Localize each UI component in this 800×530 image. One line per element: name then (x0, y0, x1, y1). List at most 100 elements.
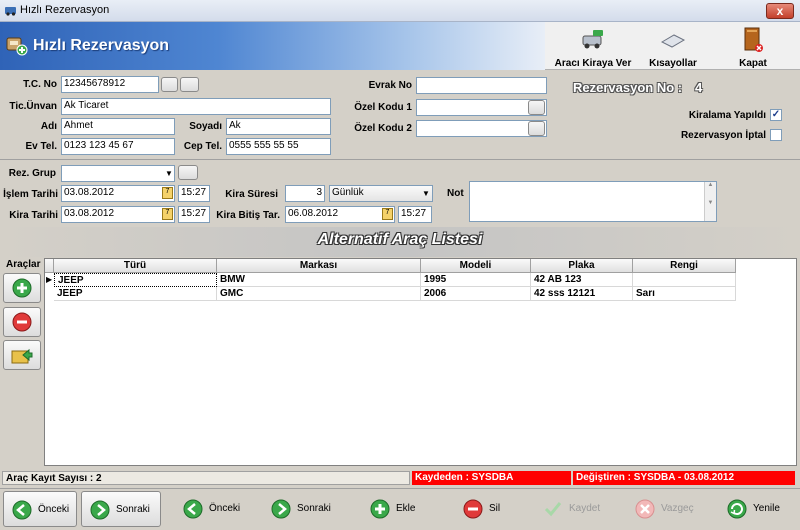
table-cell[interactable]: 42 AB 123 (531, 273, 633, 287)
tc-label: T.C. No (23, 79, 57, 90)
kira-date-input[interactable]: 03.08.2012 (61, 206, 175, 223)
evtel-input[interactable]: 0123 123 45 67 (61, 138, 175, 155)
ozel1-browse-button[interactable] (528, 100, 545, 115)
tc-input[interactable]: 12345678912 (61, 76, 159, 93)
column-header-modeli[interactable]: Modeli (421, 259, 531, 273)
table-cell[interactable]: BMW (217, 273, 421, 287)
iptal-checkbox[interactable] (770, 129, 782, 141)
table-cell[interactable]: JEEP (54, 287, 217, 301)
ceptel-input[interactable]: 0555 555 55 55 (226, 138, 331, 155)
shortcuts-button[interactable]: Kısayollar (642, 26, 704, 70)
table-cell[interactable]: 42 sss 12121 (531, 287, 633, 301)
table-cell[interactable]: Sarı (633, 287, 736, 301)
arrow-left-icon (12, 500, 32, 520)
table-cell[interactable]: GMC (217, 287, 421, 301)
evrak-input[interactable] (416, 77, 547, 94)
kiralama-checkbox[interactable]: ✓ (770, 109, 782, 121)
next-button[interactable]: Sonraki (271, 491, 337, 527)
unvan-label: Tic.Ünvan (9, 101, 57, 112)
column-header-markasi[interactable]: Markası (217, 259, 421, 273)
table-cell[interactable]: JEEP (54, 273, 217, 287)
next-record-label: Sonraki (116, 504, 150, 515)
cancel-icon (635, 499, 655, 519)
delete-button[interactable]: Sil (463, 491, 513, 527)
check-icon (544, 502, 562, 517)
column-header-turu[interactable]: Türü (54, 259, 217, 273)
close-form-label: Kapat (739, 58, 767, 69)
unvan-input[interactable]: Ak Ticaret (61, 98, 331, 115)
divider (0, 159, 800, 160)
add-button[interactable]: Ekle (370, 491, 426, 527)
sure-label: Kira Süresi (225, 189, 278, 200)
export-vehicle-button[interactable] (3, 340, 41, 370)
ozel2-browse-button[interactable] (528, 121, 545, 136)
sure-unit-select[interactable]: Günlük (329, 185, 433, 202)
column-header-plaka[interactable]: Plaka (531, 259, 633, 273)
close-button[interactable]: x (766, 3, 794, 19)
close-form-button[interactable]: Kapat (728, 26, 778, 70)
save-button[interactable]: Kaydet (543, 491, 605, 527)
soyadi-label: Soyadı (189, 121, 222, 132)
table-cell[interactable]: 2006 (421, 287, 531, 301)
arrow-left-icon (183, 499, 203, 519)
kira-time-input[interactable]: 15:27 (178, 206, 210, 223)
row-pointer-icon: ▶ (46, 275, 53, 284)
refresh-button[interactable]: Yenile (727, 491, 789, 527)
prev-button[interactable]: Önceki (183, 491, 247, 527)
keyboard-icon (660, 34, 686, 48)
add-label: Ekle (396, 503, 416, 514)
car-key-icon (582, 30, 603, 49)
grid-title: Alternatif Araç Listesi (317, 231, 483, 248)
rezgrup-browse-button[interactable] (178, 165, 198, 180)
table-cell[interactable] (633, 273, 736, 287)
cancel-button[interactable]: Vazgeç (635, 491, 699, 527)
app-icon (5, 7, 16, 16)
grid-corner (45, 259, 54, 273)
plus-icon (370, 499, 390, 519)
rezgrup-select[interactable] (61, 165, 175, 182)
adi-input[interactable]: Ahmet (61, 118, 175, 135)
remove-vehicle-button[interactable] (3, 307, 41, 337)
shortcuts-label: Kısayollar (649, 58, 697, 69)
rent-car-label: Aracı Kiraya Ver (554, 58, 632, 69)
tc-extra-button[interactable] (180, 77, 199, 92)
refresh-icon (727, 499, 747, 519)
next-label: Sonraki (297, 503, 331, 514)
not-scrollbar[interactable]: ▲ ▼ (704, 182, 716, 221)
chevron-down-icon: ▼ (422, 189, 430, 198)
calendar-icon[interactable]: 7 (382, 208, 393, 220)
column-header-rengi[interactable]: Rengi (633, 259, 736, 273)
adi-label: Adı (40, 121, 57, 132)
soyadi-input[interactable]: Ak (226, 118, 331, 135)
cancel-label: Vazgeç (661, 503, 694, 514)
calendar-icon[interactable]: 7 (162, 187, 173, 199)
table-cell[interactable]: 1995 (421, 273, 531, 287)
minus-icon (12, 312, 32, 332)
islem-date-input[interactable]: 03.08.2012 (61, 185, 175, 202)
refresh-label: Yenile (753, 503, 780, 514)
tc-search-button[interactable] (161, 77, 178, 92)
evrak-label: Evrak No (368, 80, 412, 91)
arrow-right-icon (90, 500, 110, 520)
islem-time-input[interactable]: 15:27 (178, 185, 210, 202)
prev-record-label: Önceki (38, 504, 70, 515)
rent-car-button[interactable]: Aracı Kiraya Ver (553, 26, 633, 70)
car-rental-icon (6, 37, 28, 56)
evtel-label: Ev Tel. (25, 141, 58, 152)
ozel1-label: Özel Kodu 1 (354, 102, 412, 113)
add-vehicle-button[interactable] (3, 273, 41, 303)
plus-icon (12, 278, 32, 298)
ceptel-label: Cep Tel. (183, 141, 222, 152)
prev-record-button[interactable]: Önceki (3, 491, 77, 527)
chevron-down-icon: ▼ (165, 169, 173, 178)
bitis-time-input[interactable]: 15:27 (398, 206, 432, 223)
iptal-label: Rezervasyon İptal (680, 130, 766, 141)
sure-input[interactable]: 3 (285, 185, 325, 202)
bitis-date-input[interactable]: 06.08.2012 (285, 206, 395, 223)
next-record-button[interactable]: Sonraki (81, 491, 161, 527)
folder-export-icon (11, 348, 33, 364)
modified-by-status: Değiştiren : SYSDBA - 03.08.2012 (573, 471, 795, 485)
calendar-icon[interactable]: 7 (162, 208, 173, 220)
not-textarea[interactable] (469, 181, 717, 222)
book-close-icon (744, 27, 763, 52)
